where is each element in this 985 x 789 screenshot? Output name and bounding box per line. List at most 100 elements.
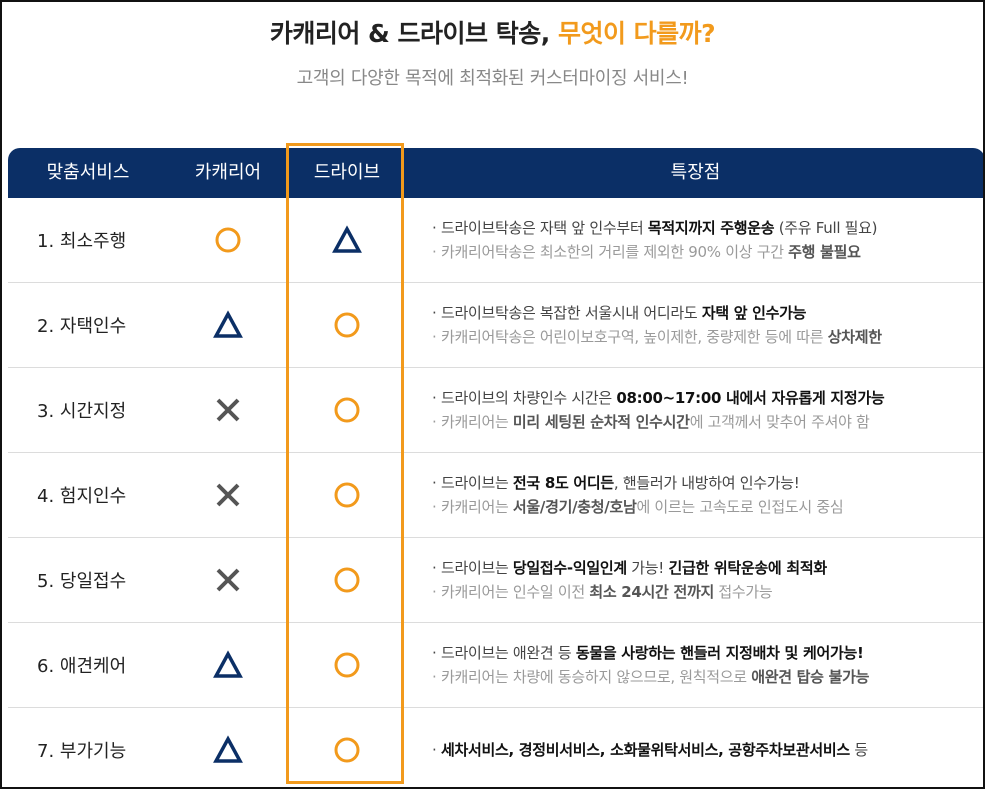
bullet: · xyxy=(432,389,441,407)
cross-icon xyxy=(216,483,240,507)
feature-highlight: 긴급한 위탁운송에 최적화 xyxy=(668,559,828,577)
feature-carrier-line: · 카캐리어는 차량에 동승하지 않으므로, 원칙적으로 애완견 탑승 불가능 xyxy=(432,665,869,689)
feature-highlight: 상차제한 xyxy=(827,328,882,346)
row-service-name: 1. 최소주행 xyxy=(37,231,127,252)
row-service-name: 2. 자택인수 xyxy=(37,316,127,337)
feature-highlight: 미리 세팅된 순차적 인수시간 xyxy=(512,413,690,431)
drive-cell xyxy=(288,538,406,622)
title-main: 카캐리어 & 드라이브 탁송, xyxy=(269,19,558,48)
features-cell: · 드라이브는 전국 8도 어디든, 핸들러가 내방하여 인수가능! · 카캐리어… xyxy=(432,453,982,537)
triangle-icon xyxy=(213,310,243,338)
drive-cell xyxy=(288,708,406,787)
feature-highlight: 세차서비스, 경정비서비스, 소화물위탁서비스, 공항주차보관서비스 xyxy=(440,741,850,759)
features-cell: · 드라이브는 애완견 등 동물을 사랑하는 핸들러 지정배차 및 케어가능! ·… xyxy=(432,623,982,707)
table-row: 4. 험지인수 · 드라이브는 전국 8도 어디든, 핸들러가 내방하여 인수가능… xyxy=(8,453,983,538)
feature-highlight: 당일접수-익일인계 xyxy=(512,559,627,577)
page-subtitle: 고객의 다양한 목적에 최적화된 커스터마이징 서비스! xyxy=(296,68,689,89)
table-row: 6. 애견케어 · 드라이브는 애완견 등 동물을 사랑하는 핸들러 지정배차 및… xyxy=(8,623,983,708)
feature-text: 에 이르는 고속도로 인접도시 중심 xyxy=(636,498,844,516)
feature-text: 에 고객께서 맞추어 주셔야 함 xyxy=(689,413,870,431)
feature-text: (주유 Full 필요) xyxy=(774,219,878,237)
features-cell: · 드라이브탁송은 복잡한 서울시내 어디라도 자택 앞 인수가능 · 카캐리어탁… xyxy=(432,283,982,367)
bullet: · xyxy=(432,219,441,237)
carrier-cell xyxy=(168,453,288,537)
feature-text: 드라이브는 애완견 등 xyxy=(440,644,576,662)
feature-highlight: 동물을 사랑하는 핸들러 지정배차 및 케어가능! xyxy=(575,644,864,662)
feature-drive-line: · 드라이브탁송은 자택 앞 인수부터 목적지까지 주행운송 (주유 Full … xyxy=(432,216,878,240)
feature-text: 카캐리어는 xyxy=(440,498,513,516)
carrier-cell xyxy=(168,623,288,707)
feature-drive-line: · 드라이브탁송은 복잡한 서울시내 어디라도 자택 앞 인수가능 xyxy=(432,301,806,325)
features-cell: · 드라이브탁송은 자택 앞 인수부터 목적지까지 주행운송 (주유 Full … xyxy=(432,198,982,282)
comparison-table: 맞춤서비스 카캐리어 드라이브 특장점 1. 최소주행 · 드라이브탁송은 자택 … xyxy=(8,148,983,787)
feature-highlight: 서울/경기/충청/호남 xyxy=(512,498,637,516)
bullet: · xyxy=(432,559,441,577)
feature-text: 드라이브는 xyxy=(440,474,513,492)
feature-carrier-line: · 카캐리어는 인수일 이전 최소 24시간 전까지 접수가능 xyxy=(432,580,773,604)
bullet: · xyxy=(432,304,441,322)
feature-text: 카캐리어탁송은 어린이보호구역, 높이제한, 중량제한 등에 따른 xyxy=(440,328,828,346)
bullet: · xyxy=(432,644,441,662)
features-cell: · 드라이브는 당일접수-익일인계 가능! 긴급한 위탁운송에 최적화 · 카캐리… xyxy=(432,538,982,622)
carrier-cell xyxy=(168,283,288,367)
feature-carrier-line: · 카캐리어는 서울/경기/충청/호남에 이르는 고속도로 인접도시 중심 xyxy=(432,495,844,519)
circle-icon xyxy=(334,397,360,423)
feature-text: 드라이브의 차량인수 시간은 xyxy=(440,389,617,407)
circle-icon xyxy=(334,567,360,593)
row-service-name: 6. 애견케어 xyxy=(37,656,127,677)
bullet: · xyxy=(432,498,441,516)
feature-text: 카캐리어탁송은 최소한의 거리를 제외한 90% 이상 구간 xyxy=(440,243,789,261)
bullet: · xyxy=(432,668,441,686)
circle-icon xyxy=(215,227,241,253)
header-features: 특장점 xyxy=(670,162,721,183)
bullet: · xyxy=(432,413,441,431)
row-service-name: 3. 시간지정 xyxy=(37,401,127,422)
table-row: 5. 당일접수 · 드라이브는 당일접수-익일인계 가능! 긴급한 위탁운송에 최… xyxy=(8,538,983,623)
page-title: 카캐리어 & 드라이브 탁송, 무엇이 다를까? xyxy=(2,14,983,50)
feature-carrier-line: · 카캐리어는 미리 세팅된 순차적 인수시간에 고객께서 맞추어 주셔야 함 xyxy=(432,410,870,434)
feature-highlight: 08:00~17:00 내에서 자유롭게 지정가능 xyxy=(616,389,885,407)
table-row: 7. 부가기능 · 세차서비스, 경정비서비스, 소화물위탁서비스, 공항주차보관… xyxy=(8,708,983,787)
drive-cell xyxy=(288,453,406,537)
drive-cell xyxy=(288,283,406,367)
feature-drive-line: · 드라이브는 전국 8도 어디든, 핸들러가 내방하여 인수가능! xyxy=(432,471,800,495)
carrier-cell xyxy=(168,368,288,452)
feature-highlight: 자택 앞 인수가능 xyxy=(701,304,807,322)
feature-carrier-line: · 카캐리어탁송은 최소한의 거리를 제외한 90% 이상 구간 주행 불필요 xyxy=(432,240,861,264)
feature-text: 카캐리어는 차량에 동승하지 않으므로, 원칙적으로 xyxy=(440,668,752,686)
feature-text: 가능! xyxy=(626,559,669,577)
carrier-cell xyxy=(168,198,288,282)
feature-text: 카캐리어는 xyxy=(440,413,513,431)
cross-icon xyxy=(216,568,240,592)
circle-icon xyxy=(334,737,360,763)
feature-text: 등 xyxy=(849,741,868,759)
feature-text: 드라이브는 xyxy=(440,559,513,577)
drive-cell xyxy=(288,623,406,707)
feature-highlight: 주행 불필요 xyxy=(788,243,861,261)
drive-cell xyxy=(288,368,406,452)
comparison-panel: 카캐리어 & 드라이브 탁송, 무엇이 다를까? 고객의 다양한 목적에 최적화… xyxy=(0,0,985,789)
row-service-name: 4. 험지인수 xyxy=(37,486,127,507)
feature-drive-line: · 드라이브의 차량인수 시간은 08:00~17:00 내에서 자유롭게 지정… xyxy=(432,386,885,410)
carrier-cell xyxy=(168,708,288,787)
features-cell: · 드라이브의 차량인수 시간은 08:00~17:00 내에서 자유롭게 지정… xyxy=(432,368,982,452)
feature-text: , 핸들러가 내방하여 인수가능! xyxy=(613,474,800,492)
feature-highlight: 애완견 탑승 불가능 xyxy=(751,668,870,686)
feature-text: 접수가능 xyxy=(713,583,773,601)
bullet: · xyxy=(432,583,441,601)
bullet: · xyxy=(432,328,441,346)
feature-highlight: 최소 24시간 전까지 xyxy=(589,583,714,601)
triangle-icon xyxy=(332,225,362,253)
title-accent: 무엇이 다를까? xyxy=(557,19,716,48)
bullet: · xyxy=(432,741,441,759)
table-row: 1. 최소주행 · 드라이브탁송은 자택 앞 인수부터 목적지까지 주행운송 (주… xyxy=(8,198,983,283)
triangle-icon xyxy=(213,735,243,763)
circle-icon xyxy=(334,312,360,338)
feature-drive-line: · 드라이브는 애완견 등 동물을 사랑하는 핸들러 지정배차 및 케어가능! xyxy=(432,641,864,665)
cross-icon xyxy=(216,398,240,422)
feature-highlight: 목적지까지 주행운송 xyxy=(647,219,775,237)
table-body: 1. 최소주행 · 드라이브탁송은 자택 앞 인수부터 목적지까지 주행운송 (주… xyxy=(8,198,983,787)
table-row: 3. 시간지정 · 드라이브의 차량인수 시간은 08:00~17:00 내에서 … xyxy=(8,368,983,453)
circle-icon xyxy=(334,652,360,678)
feature-carrier-line: · 카캐리어탁송은 어린이보호구역, 높이제한, 중량제한 등에 따른 상차제한 xyxy=(432,325,882,349)
